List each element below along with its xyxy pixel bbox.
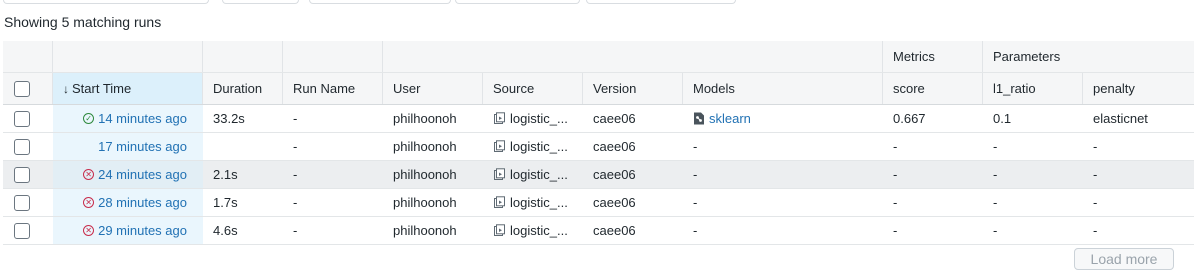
column-header-l1-ratio[interactable]: l1_ratio [983, 73, 1083, 104]
notebook-icon [494, 168, 505, 180]
models-cell: - [693, 195, 698, 210]
version-cell: caee06 [593, 111, 636, 126]
run-name-cell: - [293, 223, 298, 238]
source-link[interactable]: logistic_... [510, 195, 568, 210]
row-checkbox[interactable] [14, 222, 30, 239]
l1-ratio-cell: 0.1 [993, 111, 1012, 126]
penalty-cell: elasticnet [1093, 111, 1148, 126]
results-summary: Showing 5 matching runs [4, 14, 162, 30]
start-time-link[interactable]: 29 minutes ago [98, 223, 187, 238]
score-cell: - [893, 195, 898, 210]
penalty-cell: - [1093, 167, 1098, 182]
sort-descending-icon: ↓ [63, 81, 69, 96]
failed-x-icon: ✕ [83, 197, 95, 208]
toolbar-button-2[interactable] [222, 0, 299, 4]
column-header-row: ↓ Start Time Duration Run Name User Sour… [3, 73, 1194, 105]
column-header-start-time[interactable]: ↓ Start Time [53, 73, 203, 104]
parameters-group-header: Parameters [993, 49, 1061, 64]
table-row[interactable]: ✕ 29 minutes ago 4.6s - philhoonoh logis… [3, 217, 1194, 245]
toolbar-button-3[interactable] [309, 0, 451, 4]
user-cell: philhoonoh [393, 111, 457, 126]
l1-ratio-cell: - [993, 223, 998, 238]
table-row[interactable]: ✓ 14 minutes ago 33.2s - philhoonoh logi… [3, 105, 1194, 133]
penalty-cell: - [1093, 223, 1098, 238]
duration-cell: 4.6s [213, 223, 238, 238]
column-header-source[interactable]: Source [483, 73, 583, 104]
version-cell: caee06 [593, 195, 636, 210]
table-body: ✓ 14 minutes ago 33.2s - philhoonoh logi… [3, 105, 1194, 245]
table-row[interactable]: ✕ 28 minutes ago 1.7s - philhoonoh logis… [3, 189, 1194, 217]
score-cell: - [893, 167, 898, 182]
l1-ratio-cell: - [993, 195, 998, 210]
source-link[interactable]: logistic_... [510, 139, 568, 154]
version-cell: caee06 [593, 139, 636, 154]
models-cell: - [693, 167, 698, 182]
start-time-link[interactable]: 17 minutes ago [98, 139, 187, 154]
column-header-score[interactable]: score [883, 73, 983, 104]
run-name-cell: - [293, 167, 298, 182]
column-header-duration[interactable]: Duration [203, 73, 283, 104]
duration-cell: 1.7s [213, 195, 238, 210]
run-name-cell: - [293, 139, 298, 154]
start-time-link[interactable]: 28 minutes ago [98, 195, 187, 210]
row-checkbox[interactable] [14, 166, 30, 183]
column-header-penalty[interactable]: penalty [1083, 73, 1194, 104]
table-row[interactable]: 17 minutes ago - philhoonoh logistic_...… [3, 133, 1194, 161]
user-cell: philhoonoh [393, 195, 457, 210]
row-checkbox[interactable] [14, 110, 30, 127]
duration-cell [203, 133, 283, 160]
select-all-checkbox[interactable] [14, 80, 30, 97]
version-cell: caee06 [593, 223, 636, 238]
header-group-row: Metrics Parameters [3, 41, 1194, 73]
l1-ratio-cell: - [993, 139, 998, 154]
l1-ratio-cell: - [993, 167, 998, 182]
column-header-models[interactable]: Models [683, 73, 883, 104]
table-row[interactable]: ✕ 24 minutes ago 2.1s - philhoonoh logis… [3, 161, 1194, 189]
start-time-link[interactable]: 24 minutes ago [98, 167, 187, 182]
row-checkbox[interactable] [14, 194, 30, 211]
toolbar-button-1[interactable] [3, 0, 209, 4]
duration-cell: 33.2s [213, 111, 245, 126]
score-cell: 0.667 [893, 111, 926, 126]
user-cell: philhoonoh [393, 223, 457, 238]
toolbar-button-4[interactable] [455, 0, 580, 4]
row-checkbox[interactable] [14, 138, 30, 155]
source-link[interactable]: logistic_... [510, 111, 568, 126]
model-file-icon [694, 112, 704, 125]
failed-x-icon: ✕ [83, 169, 95, 180]
score-cell: - [893, 223, 898, 238]
start-time-link[interactable]: 14 minutes ago [98, 111, 187, 126]
column-header-run-name[interactable]: Run Name [283, 73, 383, 104]
source-link[interactable]: logistic_... [510, 167, 568, 182]
models-cell: - [693, 223, 698, 238]
version-cell: caee06 [593, 167, 636, 182]
success-check-icon: ✓ [83, 113, 95, 124]
column-header-label: Start Time [72, 81, 132, 96]
models-cell: - [693, 139, 698, 154]
notebook-icon [494, 224, 505, 236]
score-cell: - [893, 139, 898, 154]
penalty-cell: - [1093, 139, 1098, 154]
toolbar-button-5[interactable] [586, 0, 736, 4]
model-link[interactable]: sklearn [709, 111, 751, 126]
penalty-cell: - [1093, 195, 1098, 210]
user-cell: philhoonoh [393, 167, 457, 182]
duration-cell: 2.1s [213, 167, 238, 182]
failed-x-icon: ✕ [83, 225, 95, 236]
source-link[interactable]: logistic_... [510, 223, 568, 238]
user-cell: philhoonoh [393, 139, 457, 154]
load-more-button[interactable]: Load more [1074, 248, 1174, 270]
notebook-icon [494, 140, 505, 152]
metrics-group-header: Metrics [883, 41, 983, 72]
column-header-user[interactable]: User [383, 73, 483, 104]
notebook-icon [494, 196, 505, 208]
run-name-cell: - [293, 111, 298, 126]
column-header-version[interactable]: Version [583, 73, 683, 104]
runs-table: Metrics Parameters ↓ Start Time Duration… [3, 41, 1194, 245]
run-name-cell: - [293, 195, 298, 210]
notebook-icon [494, 112, 505, 124]
